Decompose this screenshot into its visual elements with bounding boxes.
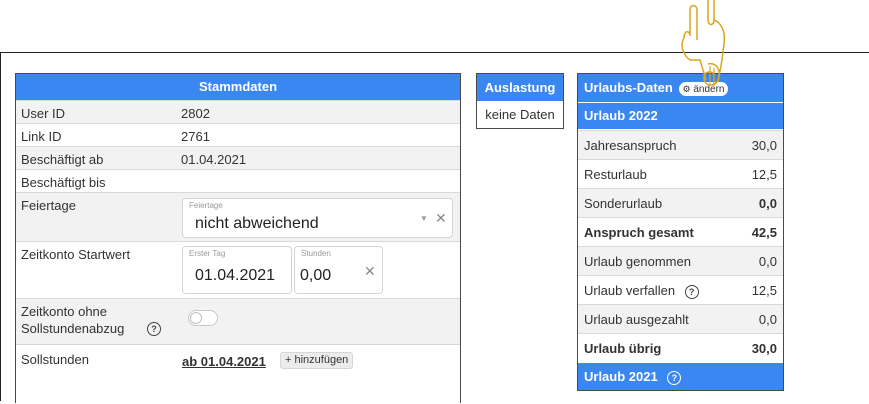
link-id-value: 2761 <box>181 129 210 144</box>
feiertage-value: nicht abweichend <box>195 215 319 232</box>
stammdaten-title: Stammdaten <box>16 74 460 100</box>
urlaub-row-value: 12,5 <box>751 283 777 298</box>
urlaub-row: Jahresanspruch 30,0 <box>578 130 783 159</box>
urlaub-verfallen-label: Urlaub verfallen <box>584 283 676 298</box>
row-sollstunden: Sollstunden ab 01.04.2021 + hinzufügen <box>16 344 460 404</box>
zeitkonto-ohne-label-1: Zeitkonto ohne <box>21 304 108 319</box>
urlaub-row-label: Urlaub ausgezahlt <box>584 312 689 327</box>
urlaub-2022-header: Urlaub 2022 <box>578 103 783 129</box>
urlaub-row-label: Resturlaub <box>584 167 647 182</box>
erster-tag-value: 01.04.2021 <box>195 267 276 284</box>
urlaub-row: Urlaub verfallen ? 12,5 <box>578 275 783 304</box>
urlaubsdaten-panel: Urlaubs-Daten ⚙ ändern Urlaub 2022 Jahre… <box>577 73 784 391</box>
urlaub-row: Sonderurlaub 0,0 <box>578 188 783 217</box>
stunden-field[interactable]: Stunden 0,00 ✕ <box>294 246 383 294</box>
urlaub-2021-header[interactable]: Urlaub 2021 ? <box>578 363 783 390</box>
urlaub-row-label: Anspruch gesamt <box>584 225 694 240</box>
hand-pointer-cursor-icon <box>681 0 726 86</box>
toggle-knob <box>190 312 202 324</box>
urlaub-row-value: 30,0 <box>751 341 777 356</box>
sollstunden-label: Sollstunden <box>21 352 89 367</box>
user-id-value: 2802 <box>181 106 210 121</box>
urlaub-2021-title: Urlaub 2021 <box>584 369 658 384</box>
stunden-value: 0,00 <box>300 267 332 284</box>
row-link-id: Link ID 2761 <box>16 123 460 146</box>
row-beschaeftigt-bis: Beschäftigt bis <box>16 169 460 192</box>
urlaub-row-label: Urlaub genommen <box>584 254 691 269</box>
feiertage-field-label: Feiertage <box>189 201 223 210</box>
urlaub-row: Resturlaub 12,5 <box>578 159 783 188</box>
urlaub-row: Urlaub genommen 0,0 <box>578 246 783 275</box>
help-icon[interactable]: ? <box>684 285 699 299</box>
clear-icon[interactable]: ✕ <box>435 210 447 227</box>
page-left-rule <box>0 52 1 401</box>
row-beschaeftigt-ab: Beschäftigt ab 01.04.2021 <box>16 146 460 169</box>
urlaub-row-value: 12,5 <box>751 167 777 182</box>
urlaub-row-value: 0,0 <box>758 312 777 327</box>
row-zeitkonto-startwert: Zeitkonto Startwert Erster Tag 01.04.202… <box>16 241 460 298</box>
zeitkonto-ohne-label-2: Sollstundenabzug <box>21 321 125 336</box>
row-zeitkonto-ohne: Zeitkonto ohne Sollstundenabzug ? <box>16 298 460 344</box>
stunden-label: Stunden <box>301 249 331 258</box>
urlaub-row-value: 42,5 <box>751 225 777 240</box>
row-feiertage: Feiertage Feiertage nicht abweichend ▼ ✕ <box>16 192 460 241</box>
urlaub-row-label: Jahresanspruch <box>584 138 677 153</box>
auslastung-empty-text: keine Daten <box>485 107 555 122</box>
urlaub-row-value: 0,0 <box>758 196 777 211</box>
feiertage-label: Feiertage <box>21 198 76 213</box>
urlaub-row-value: 30,0 <box>751 138 777 153</box>
auslastung-panel: Auslastung keine Daten <box>476 73 564 129</box>
beschaeftigt-ab-value: 01.04.2021 <box>181 152 247 167</box>
user-id-label: User ID <box>21 106 66 121</box>
beschaeftigt-ab-label: Beschäftigt ab <box>21 152 104 167</box>
chevron-down-icon[interactable]: ▼ <box>420 214 428 223</box>
sollstunden-date-link[interactable]: ab 01.04.2021 <box>182 354 266 369</box>
feiertage-select[interactable]: Feiertage nicht abweichend ▼ ✕ <box>182 198 453 238</box>
add-sollstunden-button[interactable]: + hinzufügen <box>280 352 354 369</box>
row-user-id: User ID 2802 <box>16 100 460 123</box>
urlaub-row: Anspruch gesamt 42,5 <box>578 217 783 246</box>
urlaub-row-label: Urlaub verfallen ? <box>584 283 699 299</box>
erster-tag-field[interactable]: Erster Tag 01.04.2021 <box>182 246 292 294</box>
urlaub-row-label: Urlaub übrig <box>584 341 662 356</box>
stammdaten-panel: Stammdaten User ID 2802 Link ID 2761 Bes… <box>15 73 461 403</box>
urlaubsdaten-title: Urlaubs-Daten <box>584 80 673 95</box>
zeitkonto-startwert-label: Zeitkonto Startwert <box>21 247 131 262</box>
urlaub-row-label: Sonderurlaub <box>584 196 663 211</box>
sollstundenabzug-toggle[interactable] <box>188 310 218 326</box>
help-icon[interactable]: ? <box>147 322 161 336</box>
link-id-label: Link ID <box>21 129 62 144</box>
help-icon[interactable]: ? <box>667 371 682 385</box>
clear-icon[interactable]: ✕ <box>364 263 376 280</box>
auslastung-title: Auslastung <box>477 74 563 101</box>
urlaub-row: Urlaub übrig 30,0 <box>578 333 783 363</box>
erster-tag-label: Erster Tag <box>189 249 226 258</box>
urlaub-row: Urlaub ausgezahlt 0,0 <box>578 304 783 333</box>
beschaeftigt-bis-label: Beschäftigt bis <box>21 175 106 190</box>
urlaub-row-value: 0,0 <box>758 254 777 269</box>
